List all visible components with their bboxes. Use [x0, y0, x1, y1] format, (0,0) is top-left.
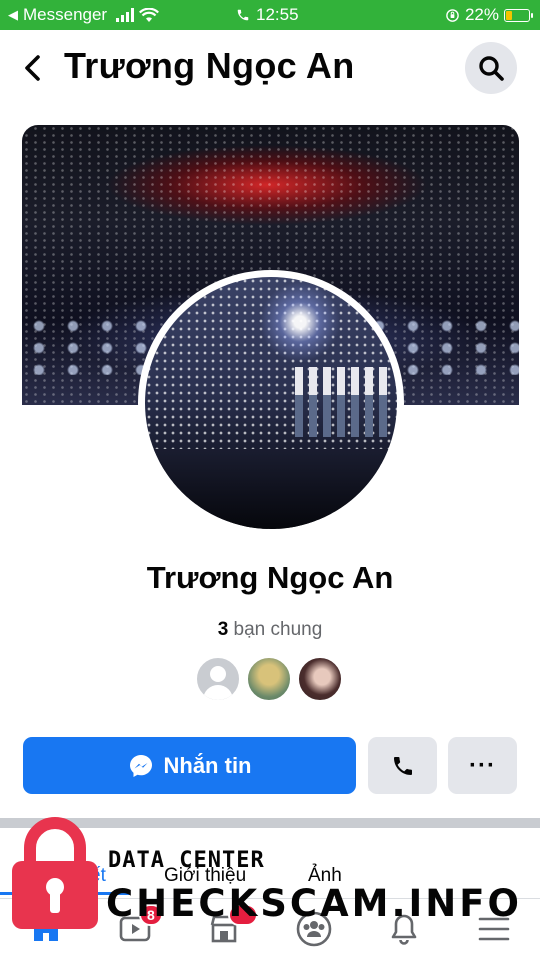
battery-icon: [504, 8, 533, 22]
status-right: 22%: [445, 5, 533, 25]
avatar-performers: [295, 367, 390, 437]
avatar-photo: [145, 277, 397, 529]
status-time: 12:55: [236, 5, 299, 25]
back-button[interactable]: [18, 51, 48, 85]
orientation-lock-icon: [446, 8, 459, 22]
search-button[interactable]: [465, 42, 517, 94]
padlock-watermark-icon: [12, 817, 98, 929]
more-options-button[interactable]: ···: [448, 737, 517, 794]
watermark-line1: DATA CENTER: [108, 848, 265, 873]
mutual-friend-avatar[interactable]: [297, 656, 343, 702]
mutual-friends-count: 3: [217, 619, 229, 640]
time-label: 12:55: [256, 5, 299, 24]
avatar-stage: [145, 449, 397, 529]
profile-avatar[interactable]: [138, 270, 404, 536]
chevron-left-icon: [25, 55, 40, 81]
watermark-line2: CHECKSCAM.INFO: [106, 882, 522, 925]
mutual-friends-avatars[interactable]: [195, 656, 348, 702]
message-button[interactable]: Nhắn tin: [23, 737, 356, 794]
message-button-label: Nhắn tin: [163, 752, 252, 778]
status-bar: ◀ Messenger 12:55 22%: [0, 0, 540, 30]
profile-name: Trương Ngọc An: [146, 560, 394, 595]
back-app-label: Messenger: [23, 5, 108, 24]
messenger-icon: [129, 754, 152, 777]
mutual-friends-text[interactable]: 3 bạn chung: [0, 619, 540, 641]
wifi-icon: [139, 7, 160, 22]
phone-call-icon: [237, 9, 249, 21]
cellular-signal-icon: [116, 8, 135, 22]
back-triangle-icon: ◀: [8, 7, 18, 22]
status-back-to-app[interactable]: ◀ Messenger: [8, 5, 160, 25]
search-icon: [479, 56, 504, 81]
phone-icon: [393, 756, 412, 775]
battery-percent: 22%: [464, 5, 499, 24]
more-dots-icon: ···: [469, 751, 496, 779]
mutual-friend-avatar[interactable]: [195, 656, 241, 702]
profile-header: Trương Ngọc An: [0, 30, 540, 105]
mutual-friend-avatar[interactable]: [246, 656, 292, 702]
call-button[interactable]: [368, 737, 437, 794]
mutual-friends-label: bạn chung: [233, 619, 323, 640]
page-title: Trương Ngọc An: [64, 45, 355, 86]
